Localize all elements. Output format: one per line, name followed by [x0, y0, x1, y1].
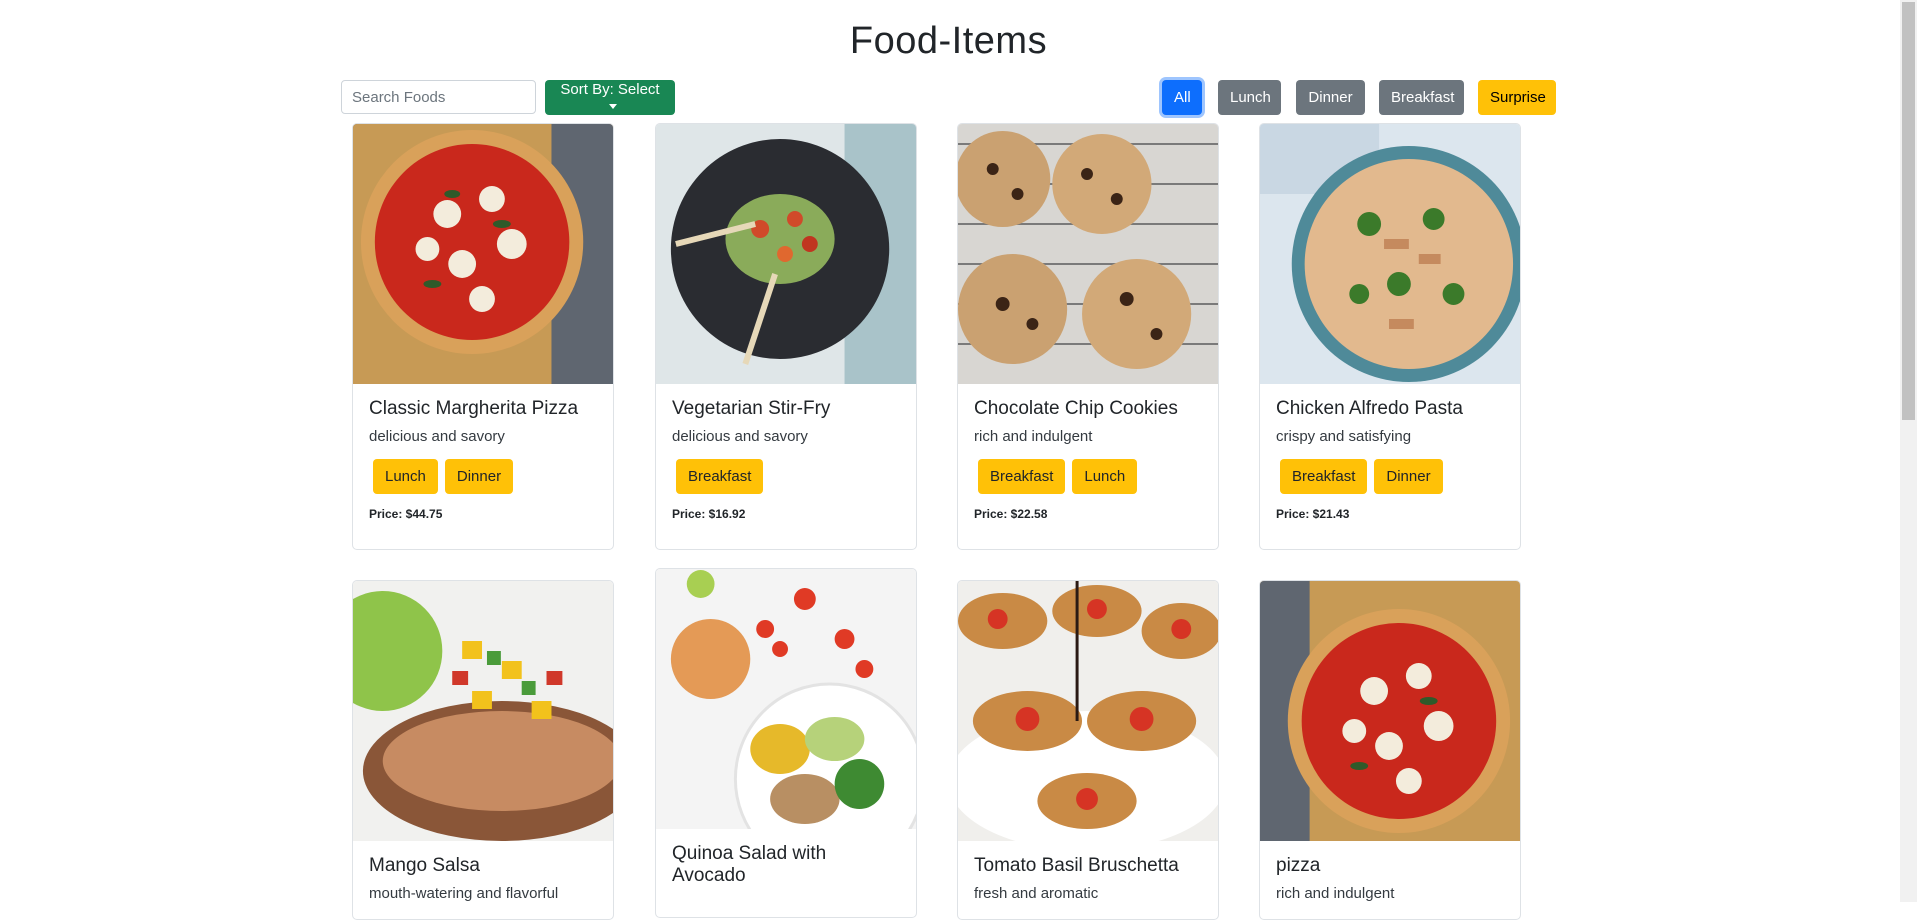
tag-breakfast-button[interactable]: Breakfast [978, 459, 1066, 494]
pizza-image [353, 124, 613, 384]
tag-lunch-button[interactable]: Lunch [1072, 459, 1138, 494]
food-name: Quinoa Salad with Avocado [672, 843, 827, 886]
food-card: Mango Salsa mouth-watering and flavorful [352, 580, 614, 920]
food-price: Price: $44.75 [369, 507, 443, 521]
food-price: Price: $21.43 [1276, 507, 1350, 521]
cookies-image [958, 124, 1218, 384]
food-card: Tomato Basil Bruschetta fresh and aromat… [957, 580, 1219, 920]
sort-dropdown-button[interactable]: Sort By: Select [545, 80, 675, 115]
food-card: Vegetarian Stir-Fry delicious and savory… [655, 123, 917, 550]
search-input[interactable] [341, 80, 536, 114]
page-title: Food-Items [849, 20, 1048, 62]
food-card: Quinoa Salad with Avocado [655, 568, 917, 918]
tag-lunch-button[interactable]: Lunch [373, 459, 438, 494]
food-description: delicious and savory [369, 428, 505, 445]
tag-breakfast-button[interactable]: Breakfast [1280, 459, 1368, 494]
pizza-image [1260, 581, 1520, 841]
filter-surprise-button[interactable]: Surprise [1478, 80, 1556, 115]
food-description: delicious and savory [672, 428, 808, 445]
filter-dinner-button[interactable]: Dinner [1296, 80, 1365, 115]
tag-breakfast-button[interactable]: Breakfast [676, 459, 764, 494]
food-name: Classic Margherita Pizza [369, 398, 579, 419]
food-description: mouth-watering and flavorful [369, 885, 559, 902]
filter-lunch-button[interactable]: Lunch [1218, 80, 1281, 115]
quinoa-salad-image [656, 569, 916, 829]
sort-label: Sort By: Select [560, 80, 660, 98]
food-description: rich and indulgent [974, 428, 1093, 445]
scrollbar-thumb[interactable] [1902, 2, 1915, 420]
food-name: Mango Salsa [369, 855, 480, 876]
food-price: Price: $22.58 [974, 507, 1048, 521]
filter-breakfast-button[interactable]: Breakfast [1379, 80, 1464, 115]
food-card: Classic Margherita Pizza delicious and s… [352, 123, 614, 550]
food-description: fresh and aromatic [974, 885, 1099, 902]
caret-down-icon [608, 104, 617, 110]
food-name: Chocolate Chip Cookies [974, 398, 1178, 419]
food-card: Chocolate Chip Cookies rich and indulgen… [957, 123, 1219, 550]
pasta-image [1260, 124, 1520, 384]
food-name: Vegetarian Stir-Fry [672, 398, 831, 419]
food-card: pizza rich and indulgent [1259, 580, 1521, 920]
food-price: Price: $16.92 [672, 507, 746, 521]
tag-dinner-button[interactable]: Dinner [444, 459, 514, 494]
stir-fry-image [656, 124, 916, 384]
food-description: crispy and satisfying [1276, 428, 1412, 445]
tag-dinner-button[interactable]: Dinner [1374, 459, 1443, 494]
food-name: Chicken Alfredo Pasta [1276, 398, 1463, 419]
mango-salsa-image [353, 581, 613, 841]
food-card: Chicken Alfredo Pasta crispy and satisfy… [1259, 123, 1521, 550]
food-name: Tomato Basil Bruschetta [974, 855, 1179, 876]
bruschetta-image [958, 581, 1218, 841]
food-description: rich and indulgent [1276, 885, 1395, 902]
food-name: pizza [1276, 855, 1321, 876]
vertical-scrollbar[interactable] [1900, 0, 1917, 902]
filter-all-button[interactable]: All [1162, 80, 1202, 115]
